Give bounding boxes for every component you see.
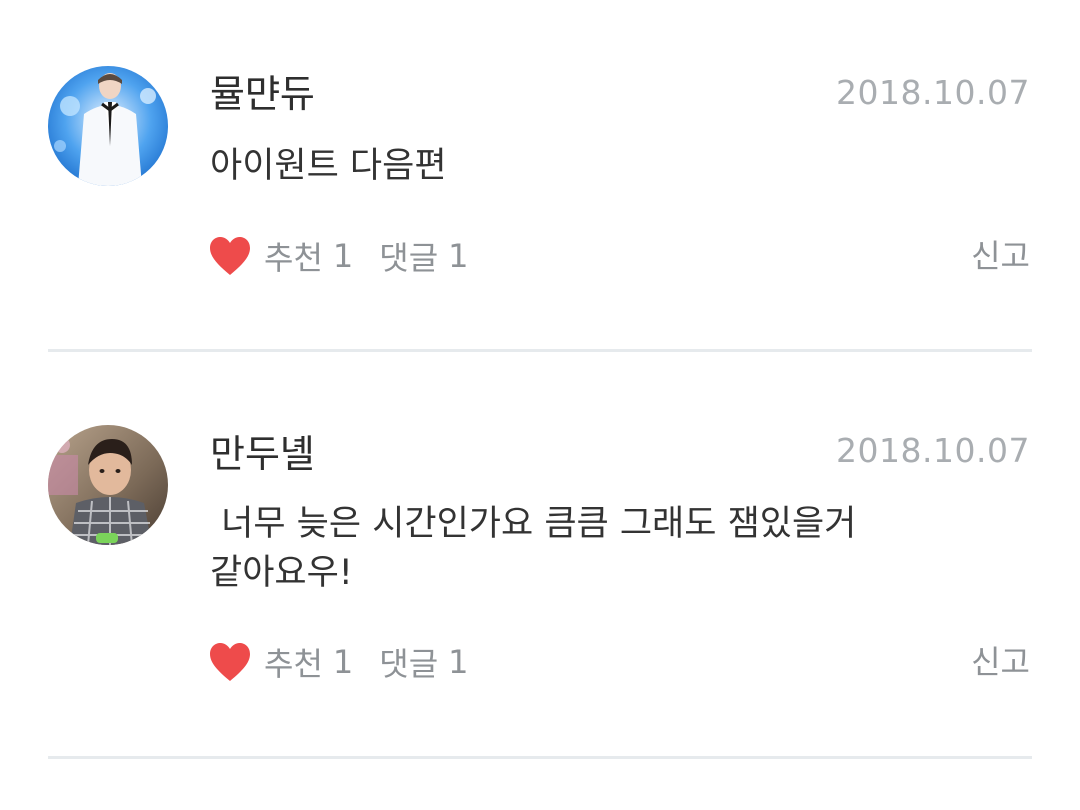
comment-date: 2018.10.07 [836,73,1030,112]
comment-actions: 추천 1 댓글 1 [208,232,495,280]
avatar-photo-icon [48,425,168,545]
report-button[interactable]: 신고 [971,232,1030,280]
heart-icon[interactable] [208,235,252,277]
reply-count: 1 [448,237,469,275]
reply-label[interactable]: 댓글 [379,233,438,279]
like-label[interactable]: 추천 [264,233,323,279]
heart-icon[interactable] [208,641,252,683]
comment-text: 아이원트 다음편 [210,146,447,186]
like-count: 1 [332,237,354,275]
reply-label[interactable]: 댓글 [379,639,438,685]
like-label[interactable]: 추천 [264,639,323,685]
divider [48,349,1032,352]
reply-count: 1 [448,643,469,681]
report-button[interactable]: 신고 [971,638,1030,686]
divider [48,756,1032,759]
like-count: 1 [332,643,354,681]
comment-author[interactable]: 뮬먄듀 [210,72,315,116]
comment-text: 너무 늦은 시간인가요 큼큼 그래도 잼있을거 같아요우! [210,504,868,593]
avatar-photo-icon [48,66,168,186]
avatar[interactable] [48,66,168,186]
comment-author[interactable]: 만두녤 [210,432,315,476]
comment-date: 2018.10.07 [836,431,1030,470]
comment-actions: 추천 1 댓글 1 [208,638,495,686]
avatar[interactable] [48,425,168,545]
